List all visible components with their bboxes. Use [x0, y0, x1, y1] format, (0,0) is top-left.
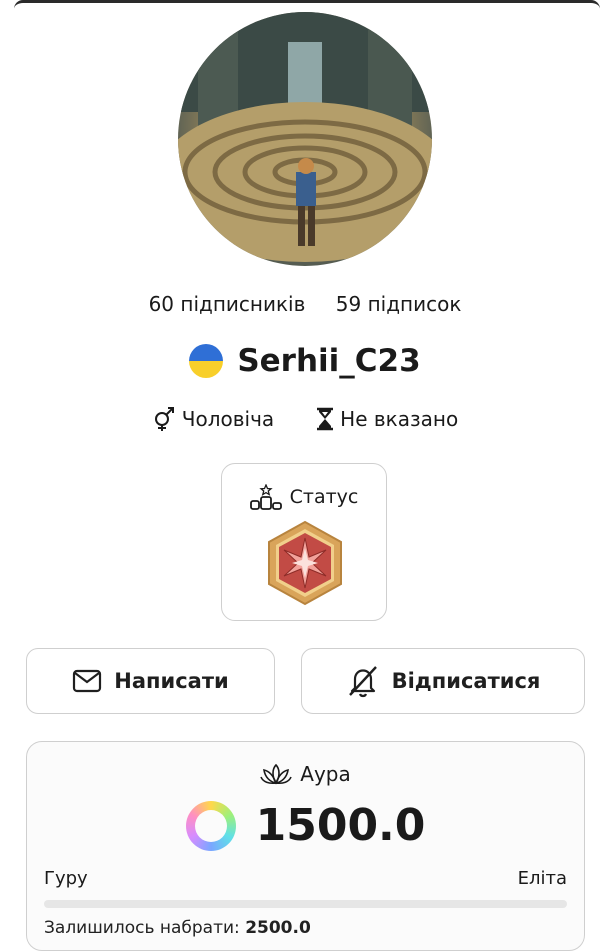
follow-stats: 60 підписників 59 підписок	[0, 292, 610, 316]
aura-card: Аура 1500.0 Гуру Еліта Залишилось набрат…	[26, 741, 585, 951]
podium-icon	[249, 484, 282, 510]
aura-remaining: Залишилось набрати: 2500.0	[44, 918, 311, 938]
gender-label: Чоловіча	[181, 407, 275, 431]
write-message-button[interactable]: Написати	[26, 648, 275, 714]
ukraine-flag-icon	[189, 344, 224, 378]
age-info: Не вказано	[316, 406, 458, 432]
aura-title: Аура	[300, 762, 351, 786]
following-count[interactable]: 59 підписок	[336, 292, 462, 316]
gender-icon	[154, 407, 174, 431]
hourglass-icon	[317, 407, 334, 431]
status-label: Статус	[289, 486, 359, 508]
aura-remaining-label: Залишилось набрати:	[44, 918, 246, 938]
status-card[interactable]: Статус	[221, 463, 387, 621]
gender-info: Чоловіча	[152, 406, 274, 432]
avatar[interactable]	[178, 12, 432, 266]
aura-value: 1500.0	[255, 800, 426, 851]
mail-icon	[73, 669, 102, 693]
top-border	[14, 0, 600, 9]
aura-remaining-value: 2500.0	[245, 918, 311, 938]
aura-progress-bar	[44, 900, 567, 908]
aura-level-next: Еліта	[517, 868, 567, 889]
unsubscribe-button[interactable]: Відписатися	[301, 648, 585, 714]
username-row: Serhii_C23	[0, 343, 610, 379]
aura-value-row: 1500.0	[27, 800, 584, 851]
age-label: Не вказано	[340, 407, 459, 431]
followers-count[interactable]: 60 підписників	[149, 292, 306, 316]
bell-off-icon	[348, 666, 377, 698]
username: Serhii_C23	[237, 343, 421, 379]
write-message-label: Написати	[114, 669, 229, 693]
lotus-icon	[260, 763, 293, 785]
aura-header: Аура	[27, 762, 584, 786]
status-header: Статус	[222, 484, 386, 510]
avatar-image	[178, 12, 432, 262]
star-hexagon-badge-icon	[268, 520, 342, 606]
aura-level-current: Гуру	[44, 868, 88, 889]
aura-levels: Гуру Еліта	[44, 868, 567, 889]
aura-ring-icon	[185, 800, 236, 851]
unsubscribe-label: Відписатися	[391, 669, 541, 693]
profile-meta: Чоловіча Не вказано	[0, 406, 610, 432]
